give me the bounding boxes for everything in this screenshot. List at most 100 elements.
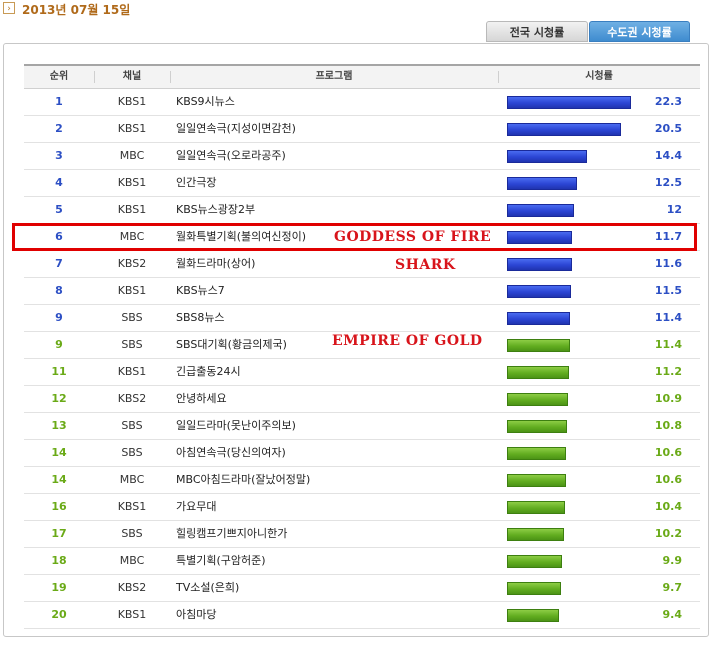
header-rating: 시청률 (585, 71, 613, 82)
rating-bar (507, 420, 567, 433)
rating-value: 10.4 (654, 500, 682, 513)
rating-bar (507, 393, 568, 406)
rating-bar (507, 501, 565, 514)
rank-cell: 13 (51, 419, 67, 432)
channel-cell: MBC (119, 473, 145, 486)
program-cell: 힐링캠프기쁘지아니한가 (176, 527, 288, 540)
rating-value: 11.7 (654, 230, 682, 243)
rank-cell: 14 (51, 446, 67, 459)
channel-cell: KBS2 (117, 581, 147, 594)
rating-value: 14.4 (654, 149, 682, 162)
table-row: 1 KBS1 KBS9시뉴스 22.3 (24, 89, 700, 116)
rating-value: 10.2 (654, 527, 682, 540)
rank-cell: 19 (51, 581, 67, 594)
rank-cell: 1 (55, 95, 63, 108)
channel-cell: SBS (121, 338, 143, 351)
rating-bar (507, 447, 566, 460)
rating-value: 9.7 (662, 581, 683, 594)
rating-value: 11.5 (654, 284, 682, 297)
header-program: 프로그램 (315, 71, 353, 82)
table-row: 20 KBS1 아침마당 9.4 (24, 602, 700, 629)
program-cell: 인간극장 (176, 176, 217, 189)
channel-cell: KBS1 (117, 176, 147, 189)
table-row: 5 KBS1 KBS뉴스광장2부 12 (24, 197, 700, 224)
rank-cell: 11 (51, 365, 67, 378)
channel-cell: MBC (119, 554, 145, 567)
program-cell: KBS뉴스광장2부 (176, 203, 256, 216)
program-cell: TV소설(은희) (176, 581, 240, 594)
rank-cell: 18 (51, 554, 67, 567)
program-cell: 가요무대 (176, 500, 217, 513)
rating-value: 11.6 (654, 257, 682, 270)
rating-bar (507, 474, 566, 487)
rank-cell: 17 (51, 527, 67, 540)
rank-cell: 8 (55, 284, 63, 297)
channel-cell: SBS (121, 311, 143, 324)
channel-cell: KBS1 (117, 608, 147, 621)
table-row: 3 MBC 일일연속극(오로라공주) 14.4 (24, 143, 700, 170)
table-row: 14 SBS 아침연속극(당신의여자) 10.6 (24, 440, 700, 467)
channel-cell: SBS (121, 446, 143, 459)
table-row: 11 KBS1 긴급출동24시 11.2 (24, 359, 700, 386)
table-header: 순위 채널 프로그램 시청률 (24, 64, 700, 89)
rating-value: 20.5 (654, 122, 682, 135)
rating-value: 11.4 (654, 311, 682, 324)
program-cell: KBS9시뉴스 (176, 95, 235, 108)
rating-bar (507, 609, 559, 622)
table-row: 8 KBS1 KBS뉴스7 11.5 (24, 278, 700, 305)
table-row: 4 KBS1 인간극장 12.5 (24, 170, 700, 197)
rating-bar (507, 366, 569, 379)
channel-cell: SBS (121, 419, 143, 432)
rating-bar (507, 96, 631, 109)
rating-value: 10.8 (654, 419, 682, 432)
channel-cell: KBS2 (117, 392, 147, 405)
program-cell: KBS뉴스7 (176, 284, 225, 297)
rating-bar (507, 312, 570, 325)
table-row: 14 MBC MBC아침드라마(잘났어정말) 10.6 (24, 467, 700, 494)
rating-bar (507, 528, 564, 541)
rating-value: 10.6 (654, 473, 682, 486)
rank-cell: 9 (55, 338, 63, 351)
rating-value: 12.5 (654, 176, 682, 189)
rank-cell: 16 (51, 500, 67, 513)
rank-cell: 6 (55, 230, 63, 243)
rating-bar (507, 258, 572, 271)
tab-capital-ratings[interactable]: 수도권 시청률 (589, 21, 690, 42)
program-cell: SBS8뉴스 (176, 311, 225, 324)
channel-cell: KBS1 (117, 284, 147, 297)
rating-bar (507, 204, 574, 217)
annotation-empire-of-gold: EMPIRE OF GOLD (332, 333, 483, 349)
table-row: 12 KBS2 안녕하세요 10.9 (24, 386, 700, 413)
rating-bar (507, 231, 572, 244)
header-channel: 채널 (122, 71, 142, 82)
channel-cell: SBS (121, 527, 143, 540)
channel-cell: KBS1 (117, 500, 147, 513)
table-row: 18 MBC 특별기획(구암허준) 9.9 (24, 548, 700, 575)
table-body: 1 KBS1 KBS9시뉴스 22.3 2 KBS1 일일연속극(지성이면감천) 20.5 3 M… (24, 89, 700, 629)
tab-national-ratings[interactable]: 전국 시청률 (486, 21, 588, 42)
table-row: 9 SBS SBS8뉴스 11.4 (24, 305, 700, 332)
channel-cell: KBS1 (117, 365, 147, 378)
rating-bar (507, 582, 561, 595)
channel-cell: KBS1 (117, 95, 147, 108)
rank-cell: 5 (55, 203, 63, 216)
rank-cell: 9 (55, 311, 63, 324)
program-cell: 긴급출동24시 (176, 365, 241, 378)
header-rank: 순위 (49, 71, 69, 82)
program-cell: 일일연속극(오로라공주) (176, 149, 286, 162)
date-bar: › 2013년 07월 15일 (0, 0, 712, 20)
rating-value: 12 (666, 203, 682, 216)
channel-cell: KBS2 (117, 257, 147, 270)
rating-value: 10.9 (654, 392, 682, 405)
rank-cell: 12 (51, 392, 67, 405)
rating-bar (507, 150, 587, 163)
rank-cell: 20 (51, 608, 67, 621)
rating-value: 9.4 (662, 608, 683, 621)
program-cell: 안녕하세요 (176, 392, 227, 405)
table-row: 13 SBS 일일드라마(못난이주의보) 10.8 (24, 413, 700, 440)
table-row: 7 KBS2 월화드라마(상어) 11.6 (24, 251, 700, 278)
rank-cell: 2 (55, 122, 63, 135)
program-cell: MBC아침드라마(잘났어정말) (176, 473, 311, 486)
rank-cell: 3 (55, 149, 63, 162)
rating-value: 22.3 (654, 95, 682, 108)
